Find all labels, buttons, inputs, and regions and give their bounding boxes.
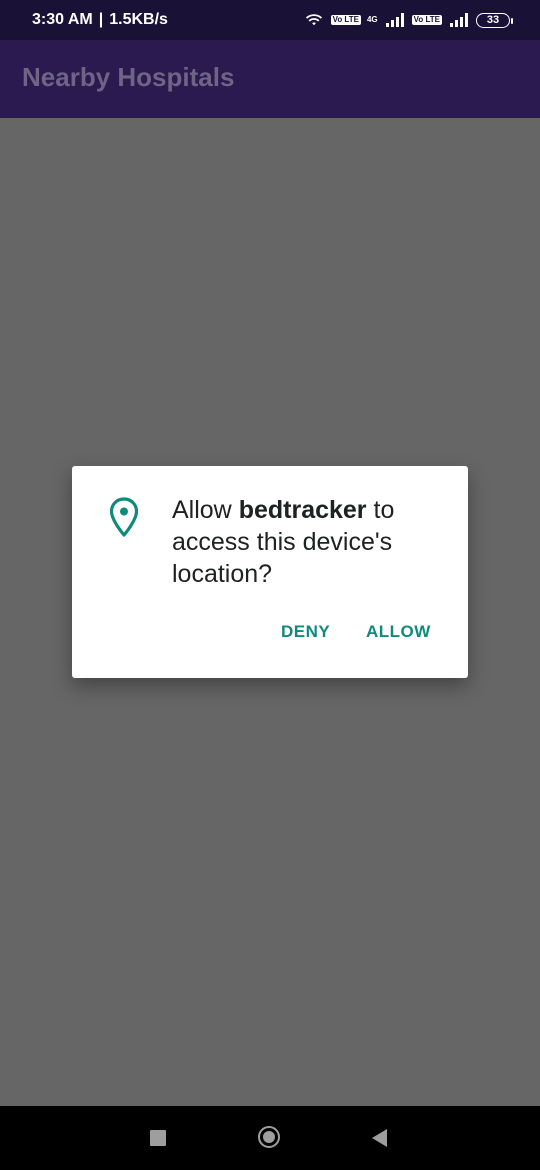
- app-name: bedtracker: [238, 496, 367, 524]
- status-right: Vo LTE 4G Vo LTE 33: [303, 0, 513, 40]
- message-prefix: Allow: [172, 496, 239, 524]
- wifi-icon: [305, 14, 322, 26]
- navigation-bar: [0, 1106, 540, 1170]
- status-left: 3:30 AM | 1.5KB/s: [32, 0, 168, 40]
- volte-icon: Vo LTE: [330, 15, 361, 25]
- 4g-signal-icon: [385, 13, 404, 27]
- status-time: 3:30 AM: [32, 11, 93, 28]
- allow-button[interactable]: ALLOW: [366, 622, 431, 642]
- signal-icon: [450, 13, 468, 27]
- network-speed: 1.5KB/s: [109, 11, 168, 28]
- back-triangle-icon[interactable]: [372, 1129, 387, 1147]
- status-separator: |: [98, 11, 104, 28]
- location-permission-dialog: Allow bedtracker to access this device's…: [72, 466, 468, 678]
- status-bar: 3:30 AM | 1.5KB/s Vo LTE 4G Vo LTE 33: [0, 0, 540, 40]
- home-circle-icon[interactable]: [258, 1126, 280, 1148]
- volte-icon-2: Vo LTE: [411, 15, 442, 25]
- page-title: Nearby Hospitals: [22, 62, 235, 92]
- location-pin-icon: [109, 497, 139, 537]
- dialog-message: Allow bedtracker to access this device's…: [172, 494, 442, 590]
- network-type: 4G: [366, 15, 378, 24]
- battery-icon: 33: [476, 12, 513, 28]
- deny-button[interactable]: DENY: [281, 622, 330, 642]
- app-bar: Nearby Hospitals: [0, 40, 540, 118]
- recents-square-icon[interactable]: [150, 1130, 166, 1146]
